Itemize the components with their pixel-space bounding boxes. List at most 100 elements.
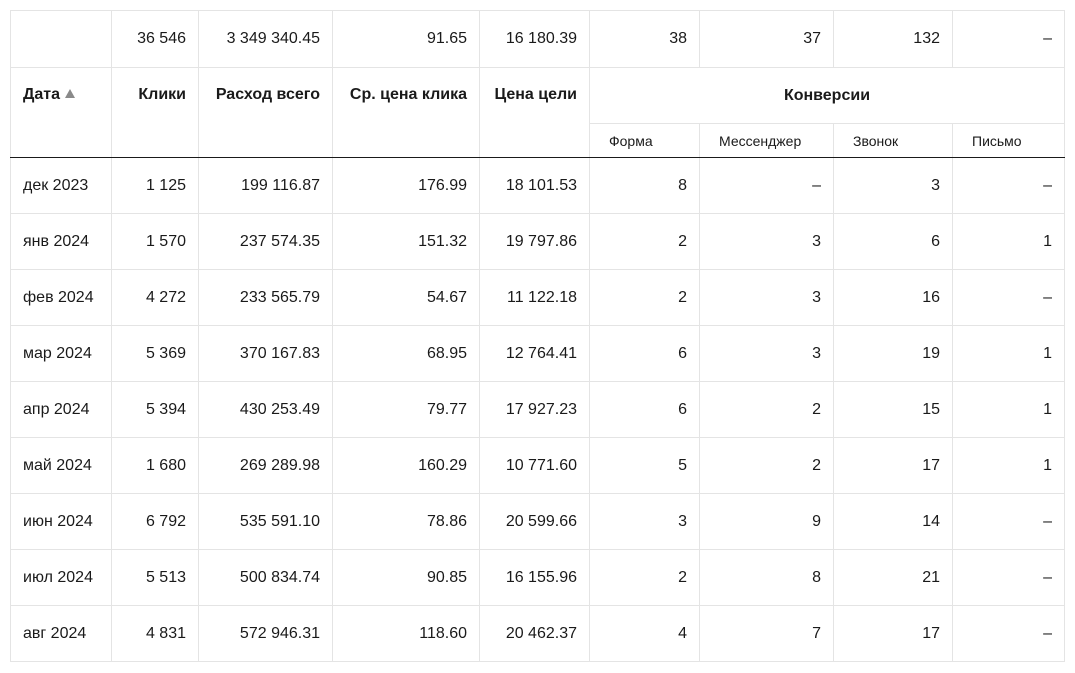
cell-goal-price: 11 122.18 <box>479 269 590 326</box>
cell-clicks: 5 369 <box>111 325 199 382</box>
cell-conv-call: 21 <box>833 549 953 606</box>
cell-clicks: 4 272 <box>111 269 199 326</box>
column-header-cpc[interactable]: Ср. цена клика <box>332 67 480 158</box>
cell-clicks: 1 125 <box>111 157 199 214</box>
cell-conv-form: 3 <box>589 493 700 550</box>
cell-cpc: 118.60 <box>332 605 480 662</box>
cell-conv-email: – <box>952 269 1065 326</box>
cell-conv-email: 1 <box>952 381 1065 438</box>
cell-goal-price: 16 155.96 <box>479 549 590 606</box>
cell-cpc: 151.32 <box>332 213 480 270</box>
cell-conv-form: 2 <box>589 213 700 270</box>
cell-date: дек 2023 <box>10 157 112 214</box>
cell-conv-email: 1 <box>952 325 1065 382</box>
cell-goal-price: 18 101.53 <box>479 157 590 214</box>
cell-cpc: 90.85 <box>332 549 480 606</box>
cell-cpc: 68.95 <box>332 325 480 382</box>
table-row: янв 2024 1 570 237 574.35 151.32 19 797.86 2 3… <box>10 213 1065 270</box>
table-row: апр 2024 5 394 430 253.49 79.77 17 927.23 6 2 1… <box>10 381 1065 438</box>
cell-spend: 500 834.74 <box>198 549 333 606</box>
cell-cpc: 176.99 <box>332 157 480 214</box>
cell-date: фев 2024 <box>10 269 112 326</box>
cell-goal-price: 17 927.23 <box>479 381 590 438</box>
table-row: фев 2024 4 272 233 565.79 54.67 11 122.18 2 3 1… <box>10 269 1065 326</box>
column-header-clicks[interactable]: Клики <box>111 67 199 158</box>
cell-date: авг 2024 <box>10 605 112 662</box>
cell-conv-messenger: 7 <box>699 605 834 662</box>
cell-conv-call: 3 <box>833 157 953 214</box>
cell-clicks: 1 570 <box>111 213 199 270</box>
cell-conv-messenger: 2 <box>699 381 834 438</box>
cell-clicks: 5 394 <box>111 381 199 438</box>
cell-conv-email: – <box>952 605 1065 662</box>
cell-goal-price: 12 764.41 <box>479 325 590 382</box>
cell-spend: 237 574.35 <box>198 213 333 270</box>
totals-cell-spend: 3 349 340.45 <box>198 10 333 68</box>
column-header-spend[interactable]: Расход всего <box>198 67 333 158</box>
cell-conv-call: 17 <box>833 605 953 662</box>
totals-cell-clicks: 36 546 <box>111 10 199 68</box>
sort-ascending-icon <box>65 89 76 98</box>
cell-clicks: 5 513 <box>111 549 199 606</box>
column-header-clicks-label: Клики <box>138 86 186 103</box>
cell-conv-call: 16 <box>833 269 953 326</box>
totals-cell-conv-messenger: 37 <box>699 10 834 68</box>
table-row: мар 2024 5 369 370 167.83 68.95 12 764.41 6 3 1… <box>10 325 1065 382</box>
totals-cell-conv-form: 38 <box>589 10 700 68</box>
cell-goal-price: 10 771.60 <box>479 437 590 494</box>
cell-conv-messenger: 3 <box>699 269 834 326</box>
cell-conv-call: 6 <box>833 213 953 270</box>
column-header-goal-price[interactable]: Цена цели <box>479 67 590 158</box>
cell-clicks: 6 792 <box>111 493 199 550</box>
cell-date: янв 2024 <box>10 213 112 270</box>
cell-conv-messenger: – <box>699 157 834 214</box>
cell-date: май 2024 <box>10 437 112 494</box>
header-row: Дата Клики Расход всего Ср. цена клика Ц… <box>10 67 1065 158</box>
column-header-conv-form[interactable]: Форма <box>589 123 700 158</box>
column-header-conv-email[interactable]: Письмо <box>952 123 1065 158</box>
cell-cpc: 160.29 <box>332 437 480 494</box>
cell-spend: 572 946.31 <box>198 605 333 662</box>
cell-conv-messenger: 3 <box>699 213 834 270</box>
totals-cell-conv-call: 132 <box>833 10 953 68</box>
cell-conv-messenger: 3 <box>699 325 834 382</box>
cell-conv-form: 8 <box>589 157 700 214</box>
column-header-date[interactable]: Дата <box>10 67 112 158</box>
column-header-cpc-label: Ср. цена клика <box>349 86 467 103</box>
cell-conv-form: 2 <box>589 269 700 326</box>
cell-goal-price: 19 797.86 <box>479 213 590 270</box>
cell-goal-price: 20 462.37 <box>479 605 590 662</box>
cell-conv-email: – <box>952 549 1065 606</box>
cell-spend: 430 253.49 <box>198 381 333 438</box>
cell-conv-messenger: 9 <box>699 493 834 550</box>
table-row: дек 2023 1 125 199 116.87 176.99 18 101.53 8–… <box>10 157 1065 214</box>
column-header-conv-call[interactable]: Звонок <box>833 123 953 158</box>
cell-conv-messenger: 8 <box>699 549 834 606</box>
cell-conv-call: 19 <box>833 325 953 382</box>
cell-conv-call: 15 <box>833 381 953 438</box>
table-row: июн 2024 6 792 535 591.10 78.86 20 599.66 3 9 1… <box>10 493 1065 550</box>
cell-goal-price: 20 599.66 <box>479 493 590 550</box>
cell-date: июн 2024 <box>10 493 112 550</box>
cell-conv-form: 6 <box>589 325 700 382</box>
cell-date: мар 2024 <box>10 325 112 382</box>
column-header-spend-label: Расход всего <box>215 86 320 103</box>
cell-conv-call: 17 <box>833 437 953 494</box>
cell-spend: 199 116.87 <box>198 157 333 214</box>
report-table: 36 546 3 349 340.45 91.65 16 180.39 38 3… <box>10 10 1065 662</box>
column-header-date-label: Дата <box>23 86 61 103</box>
cell-date: июл 2024 <box>10 549 112 606</box>
totals-cell-goal-price: 16 180.39 <box>479 10 590 68</box>
column-header-conv-messenger[interactable]: Мессенджер <box>699 123 834 158</box>
cell-conv-email: 1 <box>952 437 1065 494</box>
cell-conv-messenger: 2 <box>699 437 834 494</box>
cell-clicks: 4 831 <box>111 605 199 662</box>
cell-spend: 535 591.10 <box>198 493 333 550</box>
table-row: авг 2024 4 831 572 946.31 118.60 20 462.37 4 7… <box>10 605 1065 662</box>
cell-conv-form: 4 <box>589 605 700 662</box>
cell-conv-email: 1 <box>952 213 1065 270</box>
totals-cell-cpc: 91.65 <box>332 10 480 68</box>
table-row: июл 2024 5 513 500 834.74 90.85 16 155.96 2 8 2… <box>10 549 1065 606</box>
cell-conv-email: – <box>952 157 1065 214</box>
cell-cpc: 54.67 <box>332 269 480 326</box>
